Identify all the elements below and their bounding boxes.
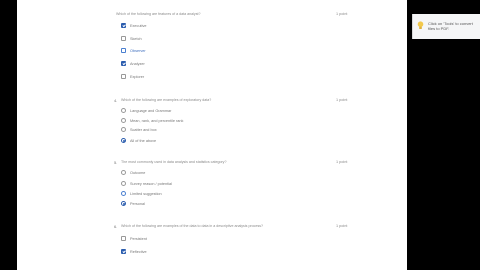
- option-row[interactable]: Explorer: [121, 73, 144, 80]
- option-label: Language and Grammar: [130, 108, 172, 113]
- question-points: 1 point: [336, 98, 348, 102]
- option-row[interactable]: Language and Grammar: [121, 107, 171, 114]
- option-row[interactable]: Survey reason / potential: [121, 180, 172, 187]
- option-row[interactable]: Executive: [121, 22, 146, 29]
- radio-button[interactable]: [121, 181, 126, 186]
- option-row[interactable]: Persistent: [121, 235, 147, 242]
- radio-button[interactable]: [121, 170, 126, 175]
- question-number: 6.: [114, 224, 118, 229]
- option-label: Observer: [130, 48, 146, 53]
- option-label: Mean, rank, and percentile rank: [130, 118, 184, 123]
- option-label: Persistent: [130, 236, 147, 241]
- question-points: 1 point: [336, 224, 348, 228]
- option-label: Analyzer: [130, 61, 145, 66]
- option-row[interactable]: Outcome: [121, 169, 145, 176]
- question-prompt: Which of the following are examples of e…: [121, 98, 212, 102]
- option-label: Executive: [130, 23, 147, 28]
- option-row[interactable]: All of the above: [121, 137, 156, 144]
- option-label: Limited suggestion: [130, 191, 162, 196]
- option-label: Sketch: [130, 36, 142, 41]
- checkbox[interactable]: [121, 74, 126, 79]
- checkbox[interactable]: [121, 236, 126, 241]
- tip-line: files to PDF.: [428, 26, 450, 31]
- option-label: Reflective: [130, 249, 147, 254]
- question-number: 5.: [114, 160, 118, 165]
- radio-button[interactable]: [121, 108, 126, 113]
- option-row[interactable]: Analyzer: [121, 60, 145, 67]
- option-label: Explorer: [130, 74, 145, 79]
- radio-button[interactable]: [121, 118, 126, 123]
- option-row[interactable]: Mean, rank, and percentile rank: [121, 117, 183, 124]
- option-row[interactable]: Reflective: [121, 248, 147, 255]
- option-label: All of the above: [130, 138, 157, 143]
- tip-notification[interactable]: Click on 'Tools' to convert files to PDF…: [412, 14, 480, 39]
- radio-button[interactable]: [121, 138, 126, 143]
- tip-text: Click on 'Tools' to convert files to PDF…: [428, 21, 480, 31]
- option-row[interactable]: Personal: [121, 200, 145, 207]
- checkbox[interactable]: [121, 23, 126, 28]
- option-row[interactable]: Limited suggestion: [121, 190, 162, 197]
- question-prompt: The most commonly used in data analysis …: [121, 160, 227, 164]
- question-number: 4.: [114, 98, 118, 103]
- checkbox[interactable]: [121, 48, 126, 53]
- checkbox[interactable]: [121, 249, 126, 254]
- radio-button[interactable]: [121, 201, 126, 206]
- question-points: 1 point: [336, 160, 348, 164]
- quiz-page: Which of the following are features of a…: [17, 0, 407, 270]
- checkbox[interactable]: [121, 36, 126, 41]
- option-label: Scatter and box: [130, 127, 157, 132]
- radio-button[interactable]: [121, 191, 126, 196]
- radio-button[interactable]: [121, 127, 126, 132]
- question-points: 1 point: [336, 12, 348, 16]
- option-row[interactable]: Scatter and box: [121, 126, 157, 133]
- option-row[interactable]: Observer: [121, 47, 146, 54]
- option-label: Outcome: [130, 170, 146, 175]
- option-label: Personal: [130, 201, 145, 206]
- option-label: Survey reason / potential: [130, 181, 173, 186]
- question-prompt: Which of the following are examples of t…: [121, 224, 264, 228]
- screen-viewport: Which of the following are features of a…: [0, 0, 480, 270]
- option-row[interactable]: Sketch: [121, 35, 142, 42]
- checkbox[interactable]: [121, 61, 126, 66]
- question-prompt: Which of the following are features of a…: [116, 12, 201, 16]
- lightbulb-icon: [417, 21, 424, 29]
